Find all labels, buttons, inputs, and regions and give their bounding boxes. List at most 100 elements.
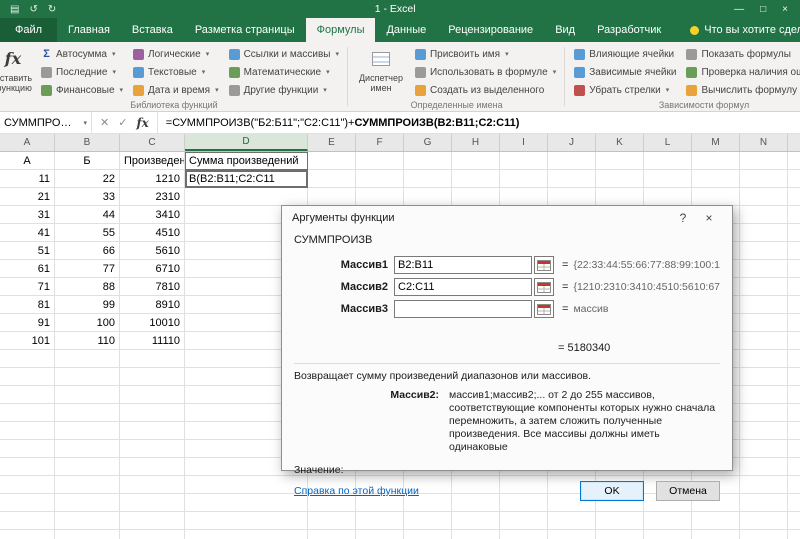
- function-help-link[interactable]: Справка по этой функции: [294, 485, 419, 497]
- cell-A22[interactable]: [0, 530, 55, 539]
- cell-K21[interactable]: [596, 512, 644, 530]
- cell-B19[interactable]: [55, 476, 120, 494]
- cell-B14[interactable]: [55, 386, 120, 404]
- column-header-E[interactable]: E: [308, 134, 356, 151]
- cell-X21[interactable]: [788, 512, 800, 530]
- lookup-reference-button[interactable]: Ссылки и массивы ▾: [224, 45, 344, 63]
- cell-G1[interactable]: [404, 152, 452, 170]
- redo-icon[interactable]: ↻: [48, 4, 56, 15]
- cell-K22[interactable]: [596, 530, 644, 539]
- cell-C16[interactable]: [120, 422, 185, 440]
- cell-L2[interactable]: [644, 170, 692, 188]
- cell-N3[interactable]: [740, 188, 788, 206]
- cell-C13[interactable]: [120, 368, 185, 386]
- arg3-input[interactable]: [394, 300, 532, 318]
- cell-I3[interactable]: [500, 188, 548, 206]
- cell-X13[interactable]: [788, 368, 800, 386]
- cell-C10[interactable]: 10010: [120, 314, 185, 332]
- tab-page-layout[interactable]: Разметка страницы: [184, 18, 306, 42]
- cell-N16[interactable]: [740, 422, 788, 440]
- formula-input[interactable]: =СУММПРОИЗВ("Б2:Б11";"С2:С11")+СУММПРОИЗ…: [158, 112, 800, 133]
- cell-C6[interactable]: 5610: [120, 242, 185, 260]
- cell-X3[interactable]: [788, 188, 800, 206]
- remove-arrows-button[interactable]: Убрать стрелки ▾: [569, 81, 681, 99]
- dialog-close-icon[interactable]: ×: [696, 211, 722, 225]
- column-header-K[interactable]: K: [596, 134, 644, 151]
- cell-A3[interactable]: 21: [0, 188, 55, 206]
- cell-X12[interactable]: [788, 350, 800, 368]
- cell-A8[interactable]: 71: [0, 278, 55, 296]
- cell-A13[interactable]: [0, 368, 55, 386]
- column-header-L[interactable]: L: [644, 134, 692, 151]
- cell-C18[interactable]: [120, 458, 185, 476]
- create-from-selection-button[interactable]: Создать из выделенного: [410, 81, 561, 99]
- cell-C8[interactable]: 7810: [120, 278, 185, 296]
- cell-B18[interactable]: [55, 458, 120, 476]
- cell-N14[interactable]: [740, 386, 788, 404]
- cell-A18[interactable]: [0, 458, 55, 476]
- cell-X2[interactable]: [788, 170, 800, 188]
- cell-B22[interactable]: [55, 530, 120, 539]
- cell-X4[interactable]: [788, 206, 800, 224]
- cell-B20[interactable]: [55, 494, 120, 512]
- save-icon[interactable]: ▤: [10, 4, 19, 15]
- cell-C1[interactable]: Произведение: [120, 152, 185, 170]
- cell-J21[interactable]: [548, 512, 596, 530]
- cell-N4[interactable]: [740, 206, 788, 224]
- cell-C5[interactable]: 4510: [120, 224, 185, 242]
- cell-G3[interactable]: [404, 188, 452, 206]
- cell-C4[interactable]: 3410: [120, 206, 185, 224]
- cell-D21[interactable]: [185, 512, 308, 530]
- cell-N11[interactable]: [740, 332, 788, 350]
- column-header-I[interactable]: I: [500, 134, 548, 151]
- cell-X8[interactable]: [788, 278, 800, 296]
- cell-B16[interactable]: [55, 422, 120, 440]
- close-icon[interactable]: ×: [782, 4, 788, 15]
- column-header-C[interactable]: C: [120, 134, 185, 151]
- cell-H21[interactable]: [452, 512, 500, 530]
- cell-B17[interactable]: [55, 440, 120, 458]
- ok-button[interactable]: OK: [580, 481, 644, 501]
- column-header-H[interactable]: H: [452, 134, 500, 151]
- column-header-M[interactable]: M: [692, 134, 740, 151]
- cell-A14[interactable]: [0, 386, 55, 404]
- cell-K2[interactable]: [596, 170, 644, 188]
- cell-L1[interactable]: [644, 152, 692, 170]
- tab-home[interactable]: Главная: [57, 18, 121, 42]
- insert-function-button[interactable]: fx Вставить функцию: [0, 44, 36, 93]
- dialog-help-icon[interactable]: ?: [670, 211, 696, 225]
- cell-C14[interactable]: [120, 386, 185, 404]
- cell-N2[interactable]: [740, 170, 788, 188]
- confirm-entry-icon[interactable]: ✓: [118, 116, 127, 129]
- tab-developer[interactable]: Разработчик: [586, 18, 672, 42]
- cell-C22[interactable]: [120, 530, 185, 539]
- cell-N18[interactable]: [740, 458, 788, 476]
- cell-B9[interactable]: 99: [55, 296, 120, 314]
- cell-A9[interactable]: 81: [0, 296, 55, 314]
- cell-X9[interactable]: [788, 296, 800, 314]
- cell-N15[interactable]: [740, 404, 788, 422]
- cell-N20[interactable]: [740, 494, 788, 512]
- cell-A11[interactable]: 101: [0, 332, 55, 350]
- cell-A21[interactable]: [0, 512, 55, 530]
- cell-B2[interactable]: 22: [55, 170, 120, 188]
- tab-insert[interactable]: Вставка: [121, 18, 184, 42]
- cell-D2[interactable]: В(B2:B11;C2:C11: [185, 170, 308, 188]
- cell-A10[interactable]: 91: [0, 314, 55, 332]
- cell-G2[interactable]: [404, 170, 452, 188]
- cell-B5[interactable]: 55: [55, 224, 120, 242]
- cell-B10[interactable]: 100: [55, 314, 120, 332]
- name-box[interactable]: СУММПРОИЗВ ▾: [0, 112, 92, 133]
- tell-me-box[interactable]: Что вы хотите сделать?: [680, 18, 800, 42]
- cell-X6[interactable]: [788, 242, 800, 260]
- chevron-down-icon[interactable]: ▾: [83, 119, 87, 127]
- use-in-formula-button[interactable]: Использовать в формуле ▾: [410, 63, 561, 81]
- cell-A7[interactable]: 61: [0, 260, 55, 278]
- cell-X19[interactable]: [788, 476, 800, 494]
- column-header-J[interactable]: J: [548, 134, 596, 151]
- cell-J22[interactable]: [548, 530, 596, 539]
- cell-N9[interactable]: [740, 296, 788, 314]
- column-header-F[interactable]: F: [356, 134, 404, 151]
- cell-X17[interactable]: [788, 440, 800, 458]
- show-formulas-button[interactable]: Показать формулы: [681, 45, 800, 63]
